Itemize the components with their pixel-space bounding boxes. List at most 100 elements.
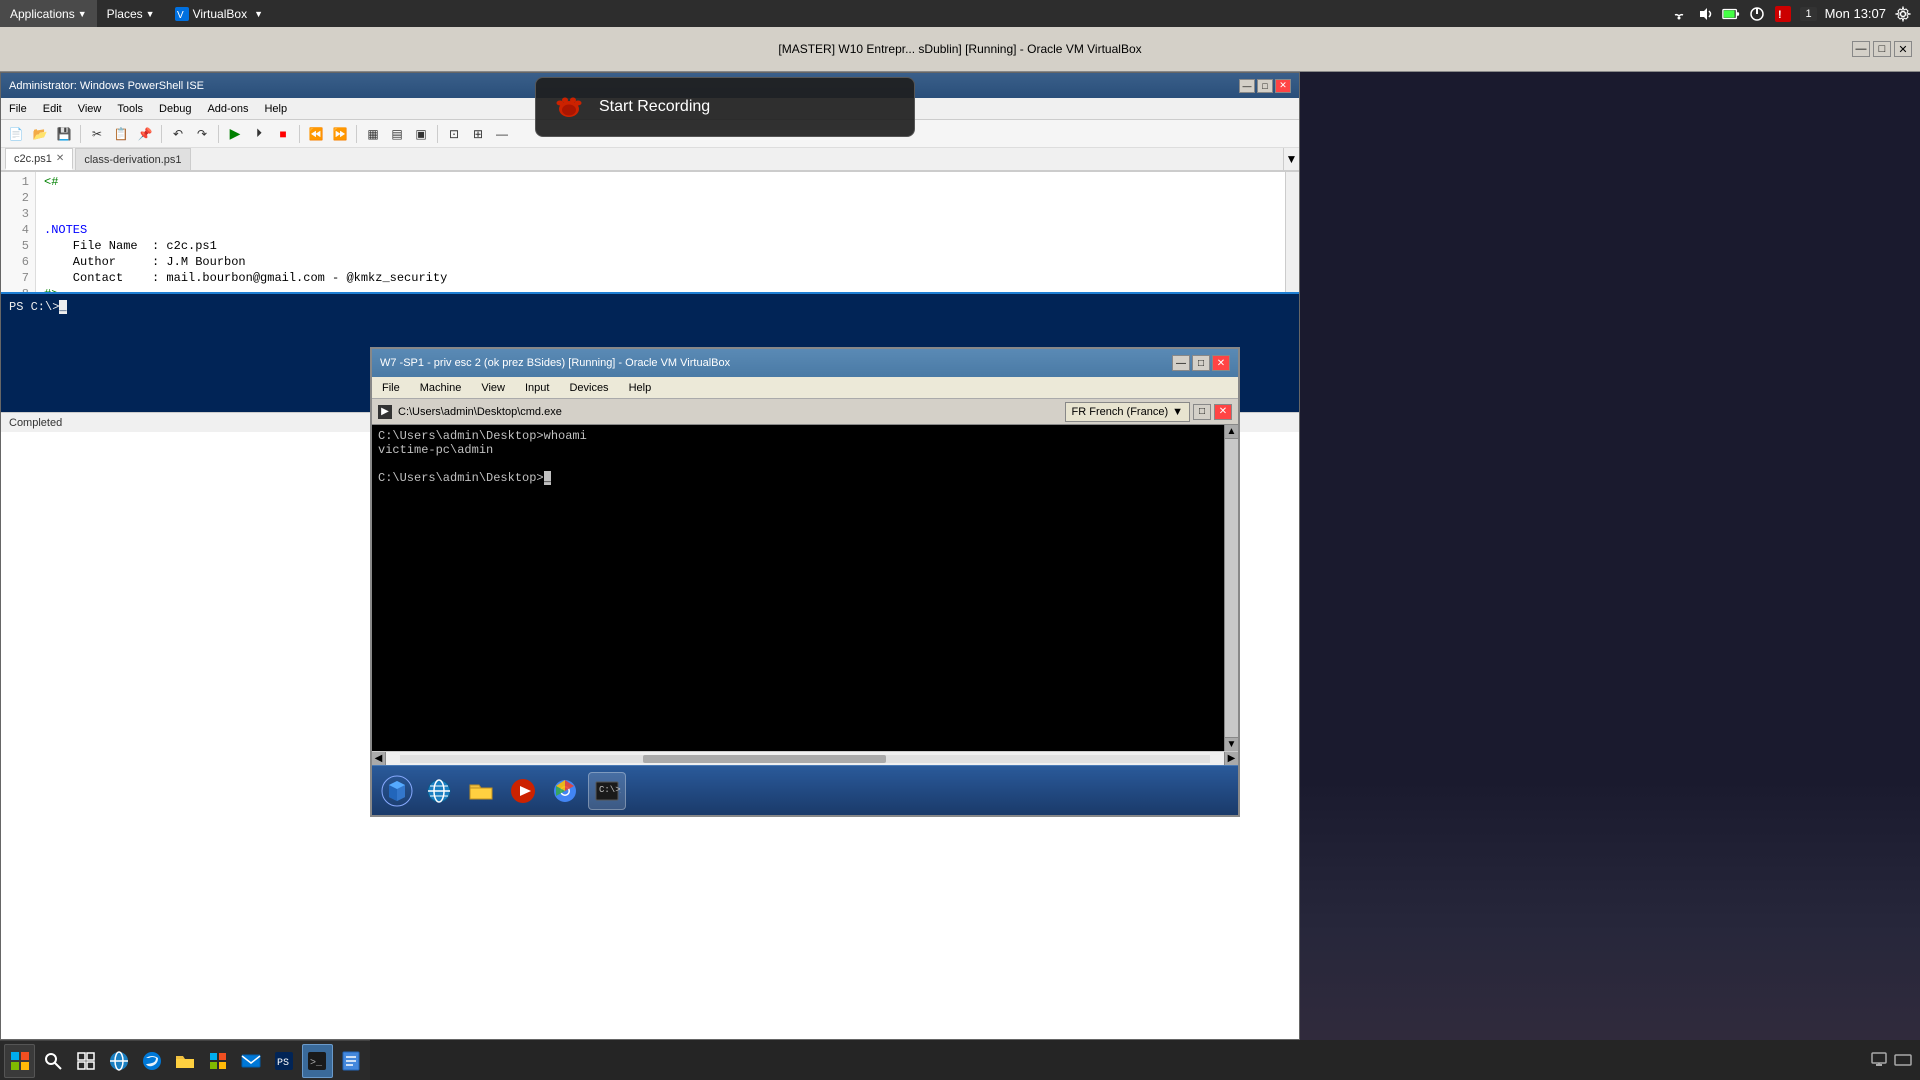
ps-menu-help[interactable]: Help <box>256 98 295 119</box>
vbox-w7-close[interactable]: ✕ <box>1212 355 1230 371</box>
scroll-thumb[interactable] <box>1225 439 1238 469</box>
settings-icon[interactable] <box>1894 5 1912 23</box>
hscroll-left-btn[interactable]: ◀ <box>372 752 386 766</box>
linux-start-btn[interactable] <box>4 1044 35 1078</box>
places-menu[interactable]: Places ▼ <box>97 0 165 27</box>
linux-mail-btn[interactable] <box>236 1044 267 1078</box>
cmd-restore-btn[interactable]: □ <box>1193 404 1211 420</box>
ps-line-numbers: 1 2 3 4 5 6 7 8 9 <box>1 172 36 292</box>
linux-taskbar: Applications ▼ Places ▼ V VirtualBox ▼ <box>0 0 1920 27</box>
vbox-restore-btn[interactable]: □ <box>1873 41 1891 57</box>
linux-ie-btn[interactable] <box>103 1044 134 1078</box>
ps-toolbar-undo[interactable]: ↶ <box>167 123 189 145</box>
vbox-w7-menu-view[interactable]: View <box>471 377 515 398</box>
battery-icon <box>1722 5 1740 23</box>
ps-menu-file[interactable]: File <box>1 98 35 119</box>
linux-files-btn[interactable] <box>335 1044 366 1078</box>
ps-toolbar-pane1[interactable]: ⊡ <box>443 123 465 145</box>
volume-icon <box>1696 5 1714 23</box>
linux-folder-btn[interactable] <box>169 1044 200 1078</box>
recording-overlay[interactable]: Start Recording <box>535 77 915 137</box>
ps-toolbar-pane2[interactable]: ⊞ <box>467 123 489 145</box>
linux-search-btn[interactable] <box>37 1044 68 1078</box>
ps-console-prompt: PS C:\>_ <box>9 300 1291 314</box>
ps-menu-view[interactable]: View <box>70 98 110 119</box>
applications-menu[interactable]: Applications ▼ <box>0 0 97 27</box>
ps-close-btn[interactable]: ✕ <box>1275 79 1291 93</box>
w7-start-btn[interactable] <box>378 772 416 810</box>
line-num-6: 6 <box>1 254 35 270</box>
vbox-w7-menu-file[interactable]: File <box>372 377 410 398</box>
ps-toolbar-new[interactable]: 📄 <box>5 123 27 145</box>
vbox-main-titlebar: [MASTER] W10 Entrepr... sDublin] [Runnin… <box>0 27 1920 72</box>
w7-cmd-icon[interactable]: C:\>_ <box>588 772 626 810</box>
cmd-terminal[interactable]: C:\Users\admin\Desktop>whoami victime-pc… <box>372 425 1224 751</box>
ps-tab-class-derivation[interactable]: class-derivation.ps1 <box>75 148 190 170</box>
ps-tab-c2c[interactable]: c2c.ps1 ✕ <box>5 148 73 170</box>
ps-menu-edit[interactable]: Edit <box>35 98 70 119</box>
vbox-w7-menu-devices[interactable]: Devices <box>559 377 618 398</box>
w7-chrome-icon[interactable] <box>546 772 584 810</box>
vbox-w7-controls: — □ ✕ <box>1172 355 1230 371</box>
vbox-w7-minimize[interactable]: — <box>1172 355 1190 371</box>
linux-taskview-btn[interactable] <box>70 1044 101 1078</box>
vbox-w7-menu-machine[interactable]: Machine <box>410 377 472 398</box>
ps-toolbar-open[interactable]: 📂 <box>29 123 51 145</box>
cmd-scrollbar[interactable]: ▲ ▼ <box>1224 425 1238 751</box>
linux-powershell-btn[interactable]: PS <box>269 1044 300 1078</box>
ps-toolbar-run[interactable]: ▶ <box>224 123 246 145</box>
cmd-language-dropdown[interactable]: FR French (France) ▼ <box>1065 402 1190 422</box>
ps-code-editor[interactable]: <# .NOTES File Name : c2c.ps1 Author : J… <box>36 172 1285 292</box>
ps-toolbar-stop[interactable]: ■ <box>272 123 294 145</box>
vbox-w7-menu-help[interactable]: Help <box>619 377 662 398</box>
linux-edge-btn[interactable] <box>136 1044 167 1078</box>
ps-toolbar-more[interactable]: — <box>491 123 513 145</box>
linux-terminal-btn[interactable]: >_ <box>302 1044 333 1078</box>
ps-toolbar-view2[interactable]: ▤ <box>386 123 408 145</box>
ps-toolbar-run-sel[interactable]: ⏵ <box>248 123 270 145</box>
line-num-7: 7 <box>1 270 35 286</box>
recording-paw-icon <box>551 89 587 125</box>
virtualbox-menu[interactable]: V VirtualBox ▼ <box>165 0 273 27</box>
vbox-w7-content: ▶ C:\Users\admin\Desktop\cmd.exe FR Fren… <box>372 399 1238 765</box>
ps-minimize-btn[interactable]: — <box>1239 79 1255 93</box>
ps-tab-scroll[interactable]: ▼ <box>1283 148 1299 170</box>
ps-toolbar-sep4 <box>299 125 300 143</box>
ps-menu-addons[interactable]: Add-ons <box>199 98 256 119</box>
vbox-minimize-btn[interactable]: — <box>1852 41 1870 57</box>
ps-toolbar-save[interactable]: 💾 <box>53 123 75 145</box>
ps-editor-scrollbar[interactable] <box>1285 172 1299 292</box>
cmd-hscrollbar[interactable]: ◀ ▶ <box>372 751 1238 765</box>
code-line-4: .NOTES <box>44 222 1277 238</box>
ps-toolbar-view1[interactable]: ▦ <box>362 123 384 145</box>
ps-toolbar-sep3 <box>218 125 219 143</box>
hscroll-right-btn[interactable]: ▶ <box>1224 752 1238 766</box>
scroll-up-btn[interactable]: ▲ <box>1225 425 1238 439</box>
ps-toolbar-view3[interactable]: ▣ <box>410 123 432 145</box>
ps-menu-debug[interactable]: Debug <box>151 98 199 119</box>
scroll-down-btn[interactable]: ▼ <box>1225 737 1238 751</box>
vbox-main-controls: — □ ✕ <box>1852 41 1912 57</box>
vbox-close-btn[interactable]: ✕ <box>1894 41 1912 57</box>
linux-store-btn[interactable] <box>203 1044 234 1078</box>
ps-toolbar-debug1[interactable]: ⏪ <box>305 123 327 145</box>
hscroll-thumb[interactable] <box>643 755 886 763</box>
cmd-close-btn[interactable]: ✕ <box>1214 404 1232 420</box>
ps-toolbar-redo[interactable]: ↷ <box>191 123 213 145</box>
w7-folder-icon[interactable] <box>462 772 500 810</box>
ps-toolbar-paste[interactable]: 📌 <box>134 123 156 145</box>
ps-toolbar-copy[interactable]: 📋 <box>110 123 132 145</box>
ps-toolbar-cut[interactable]: ✂ <box>86 123 108 145</box>
svg-text:V: V <box>177 10 184 21</box>
cmd-line-2: victime-pc\admin <box>378 443 1218 457</box>
vbox-w7-menu-input[interactable]: Input <box>515 377 559 398</box>
ps-menu-tools[interactable]: Tools <box>109 98 151 119</box>
vbox-w7-restore[interactable]: □ <box>1192 355 1210 371</box>
ps-tab-c2c-close[interactable]: ✕ <box>56 153 64 164</box>
ps-toolbar-debug2[interactable]: ⏩ <box>329 123 351 145</box>
ps-restore-btn[interactable]: □ <box>1257 79 1273 93</box>
places-arrow: ▼ <box>146 9 155 19</box>
w7-ie-icon[interactable] <box>420 772 458 810</box>
w7-media-icon[interactable] <box>504 772 542 810</box>
recording-label: Start Recording <box>599 98 710 116</box>
